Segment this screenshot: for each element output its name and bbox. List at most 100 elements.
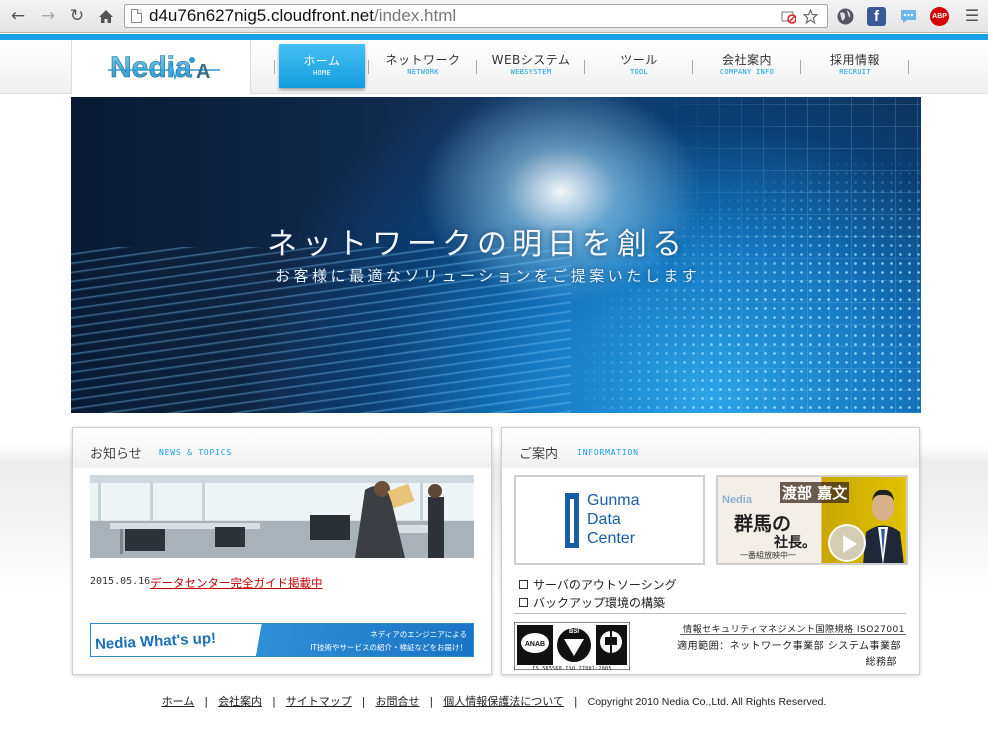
back-arrow-icon[interactable]: ← [8,6,28,26]
play-icon[interactable] [828,524,866,562]
square-bullet-icon [519,580,528,589]
iso-scope: 適用範囲：ネットワーク事業部 システム事業部 [677,641,901,652]
nav-network-sublabel: NETWORK [407,68,439,76]
facebook-icon[interactable]: f [867,7,886,26]
shacho-name: 渡部 嘉文 [780,482,850,503]
nav-recruit-sublabel: RECRUIT [839,68,871,76]
iso-caption: IS 565568 ISO 27001:2005 [532,666,612,672]
footer-link-sitemap[interactable]: サイトマップ [286,695,352,708]
news-panel: お知らせ NEWS & TOPICS 2015.05.16 データセンター完全ガ… [72,427,492,675]
whats-up-line2: IT技術やサービスの紹介・検証などをお届け！ [310,643,467,652]
page-icon [131,9,142,23]
nav-recruit-label: 採用情報 [829,53,880,67]
nav-home-sublabel: HOME [312,69,332,77]
adblock-icon[interactable]: ABP [930,7,949,26]
footer-link-company[interactable]: 会社案内 [218,695,262,708]
nav-tool-sublabel: TOOL [629,68,649,76]
nedia-logo: Nedia A [108,51,220,84]
footer-separator: | [573,695,578,708]
gunma-text: Gunma Data Center [587,491,639,548]
info-panel: ご案内 INFORMATION Gunma Data Center Nedia … [501,427,920,675]
info-title: ご案内 [519,447,559,462]
nav-separator [274,60,276,74]
whats-up-title: Nedia What's up! [94,629,217,654]
copyright: Copyright 2010 Nedia Co.,Ltd. All Rights… [587,696,827,708]
nav-company-info[interactable]: 会社案内 COMPANY INFO [697,40,797,94]
svg-text:A: A [196,61,210,83]
blocked-popup-icon[interactable] [781,9,796,24]
nav-network[interactable]: ネットワーク NETWORK [373,40,473,94]
nav-separator [908,60,910,74]
gunma-line: Center [587,530,636,547]
shacho-onair: 一番組放映中一 [740,551,796,560]
hero-banner: ネットワークの明日を創る お客様に最適なソリューションをご提案いたします [71,97,921,413]
gunma-logo-mark [565,493,579,548]
nav-tool[interactable]: ツール TOOL [589,40,689,94]
bookmark-star-icon[interactable] [803,9,818,24]
nav-home-label: ホーム [303,54,341,68]
news-date: 2015.05.16 [90,576,151,587]
nav-network-label: ネットワーク [385,53,461,67]
web-page: Nedia A ホーム HOME ネットワーク NETWORK WEBシステム … [0,34,988,748]
nav-separator [692,60,694,74]
office-photo [90,475,474,558]
news-link[interactable]: データセンター完全ガイド掲載中 [150,575,323,591]
news-panel-header: お知らせ NEWS & TOPICS [73,428,491,468]
footer-separator: | [429,695,434,708]
chat-bubble-icon[interactable] [899,7,918,26]
whats-up-banner[interactable]: Nedia What's up! ネディアのエンジニアによる IT技術やサービス… [90,623,474,657]
service-item[interactable]: バックアップ環境の構築 [519,594,665,611]
hero-subtitle: お客様に最適なソリューションをご提案いたします [275,267,701,285]
menu-icon[interactable]: ☰ [962,6,982,26]
nav-home[interactable]: ホーム HOME [279,44,365,88]
global-nav: ホーム HOME ネットワーク NETWORK WEBシステム WEBSYSTE… [271,40,913,94]
home-icon[interactable] [96,6,116,26]
nav-separator [476,60,478,74]
iso-certification-logos: ANAB BSI [514,622,630,670]
svg-text:BSI: BSI [569,629,579,635]
president-photo [863,489,904,563]
footer-link-privacy[interactable]: 個人情報保護法について [443,695,564,708]
gunma-shacho-banner[interactable]: Nedia 渡部 嘉文 群馬の 社長。 一番組放映中一 [716,475,908,565]
footer-separator: | [204,695,209,708]
footer-link-contact[interactable]: お問合せ [376,695,420,708]
service-item[interactable]: サーバのアウトソーシング [519,576,677,593]
footer-separator: | [361,695,366,708]
nav-separator [584,60,586,74]
info-subtitle: INFORMATION [577,448,639,457]
iso-title-underline [680,634,906,635]
nav-websystem[interactable]: WEBシステム WEBSYSTEM [481,40,581,94]
nav-separator [800,60,802,74]
service-label: バックアップ環境の構築 [533,596,666,610]
address-bar[interactable]: d4u76n627nig5.cloudfront.net/index.html [124,4,828,28]
reload-icon[interactable]: ↻ [67,6,87,26]
site-footer: ホーム | 会社案内 | サイトマップ | お問合せ | 個人情報保護法について | Copyrig… [0,693,988,709]
hero-title: ネットワークの明日を創る [267,227,687,262]
site-header: Nedia A ホーム HOME ネットワーク NETWORK WEBシステム … [0,40,988,94]
shacho-heading-2: 社長。 [774,535,816,551]
globe-extension-icon[interactable] [836,7,855,26]
news-title: お知らせ [90,447,142,462]
footer-link-home[interactable]: ホーム [162,695,195,708]
nav-websystem-sublabel: WEBSYSTEM [510,68,552,76]
nav-websystem-label: WEBシステム [491,53,571,67]
gunma-data-center-banner[interactable]: Gunma Data Center [514,475,705,565]
gunma-line: Gunma [587,492,640,509]
iso-dept: 総務部 [865,657,897,668]
nav-tool-label: ツール [620,53,658,67]
nav-separator [368,60,370,74]
shacho-brand: Nedia [722,494,752,506]
forward-arrow-icon[interactable]: → [38,6,58,26]
info-panel-header: ご案内 INFORMATION [502,428,919,468]
nav-recruit[interactable]: 採用情報 RECRUIT [805,40,905,94]
whats-up-line1: ネディアのエンジニアによる [370,630,467,639]
nav-company-label: 会社案内 [721,53,772,67]
gunma-line: Data [587,511,621,528]
svg-text:ANAB: ANAB [525,641,545,648]
site-logo[interactable]: Nedia A [71,40,251,94]
iso-divider [514,613,906,614]
browser-toolbar: ← → ↻ d4u76n627nig5.cloudfront.net/index… [0,0,988,33]
square-bullet-icon [519,598,528,607]
service-label: サーバのアウトソーシング [533,578,677,592]
footer-separator: | [272,695,276,708]
